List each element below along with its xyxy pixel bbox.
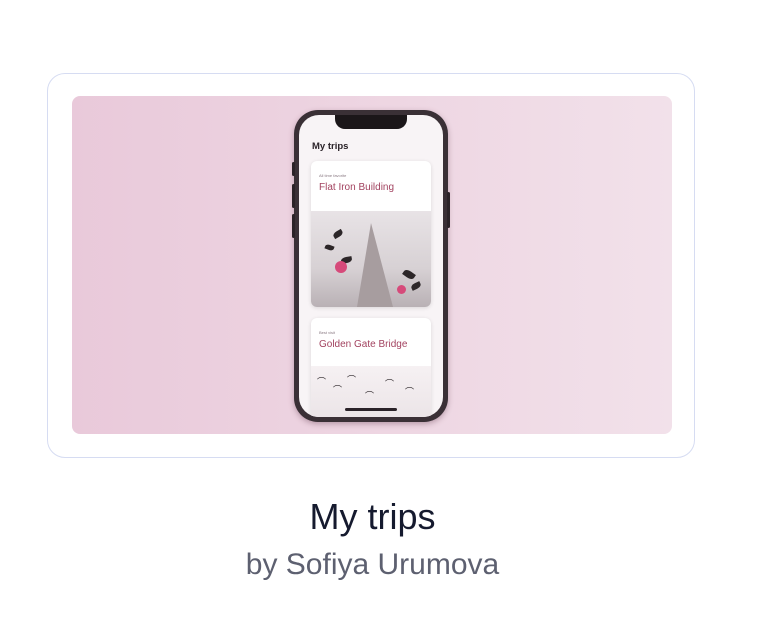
flower-shape <box>397 285 406 294</box>
flower-shape <box>335 261 347 273</box>
trip-kicker: All time favorite <box>319 173 347 178</box>
phone-button <box>292 184 295 208</box>
phone-button <box>447 192 450 228</box>
leaf-shape <box>402 268 416 281</box>
trip-kicker: Best visit <box>319 330 336 335</box>
phone-button <box>292 214 295 238</box>
phone-button <box>292 162 295 176</box>
shot-title[interactable]: My trips <box>0 496 745 538</box>
trip-card: All time favorite Flat Iron Building <box>311 161 431 307</box>
bird-icon: ⌒ <box>317 377 327 387</box>
phone-notch <box>335 115 407 129</box>
leaf-shape <box>410 281 422 291</box>
building-photo <box>311 211 431 307</box>
shot-card[interactable]: My trips All time favorite Flat Iron Bui… <box>47 73 695 458</box>
bird-icon: ⌒ <box>405 387 415 397</box>
bird-icon: ⌒ <box>385 379 395 389</box>
phone-mockup: My trips All time favorite Flat Iron Bui… <box>292 110 450 422</box>
shot-author[interactable]: by Sofiya Urumova <box>0 548 745 582</box>
trip-name: Golden Gate Bridge <box>319 339 408 350</box>
trip-card: Best visit Golden Gate Bridge ⌒ ⌒ ⌒ ⌒ ⌒ … <box>311 318 431 417</box>
leaf-shape <box>332 228 344 240</box>
home-indicator <box>345 408 397 411</box>
shot-preview-image[interactable]: My trips All time favorite Flat Iron Bui… <box>72 96 672 434</box>
trip-name: Flat Iron Building <box>319 182 395 193</box>
app-header: My trips <box>312 141 349 152</box>
leaf-shape <box>324 243 335 252</box>
bird-icon: ⌒ <box>347 375 357 385</box>
phone-screen: My trips All time favorite Flat Iron Bui… <box>299 115 443 417</box>
building-shape <box>357 223 393 307</box>
bird-icon: ⌒ <box>333 385 343 395</box>
bird-icon: ⌒ <box>365 391 375 401</box>
